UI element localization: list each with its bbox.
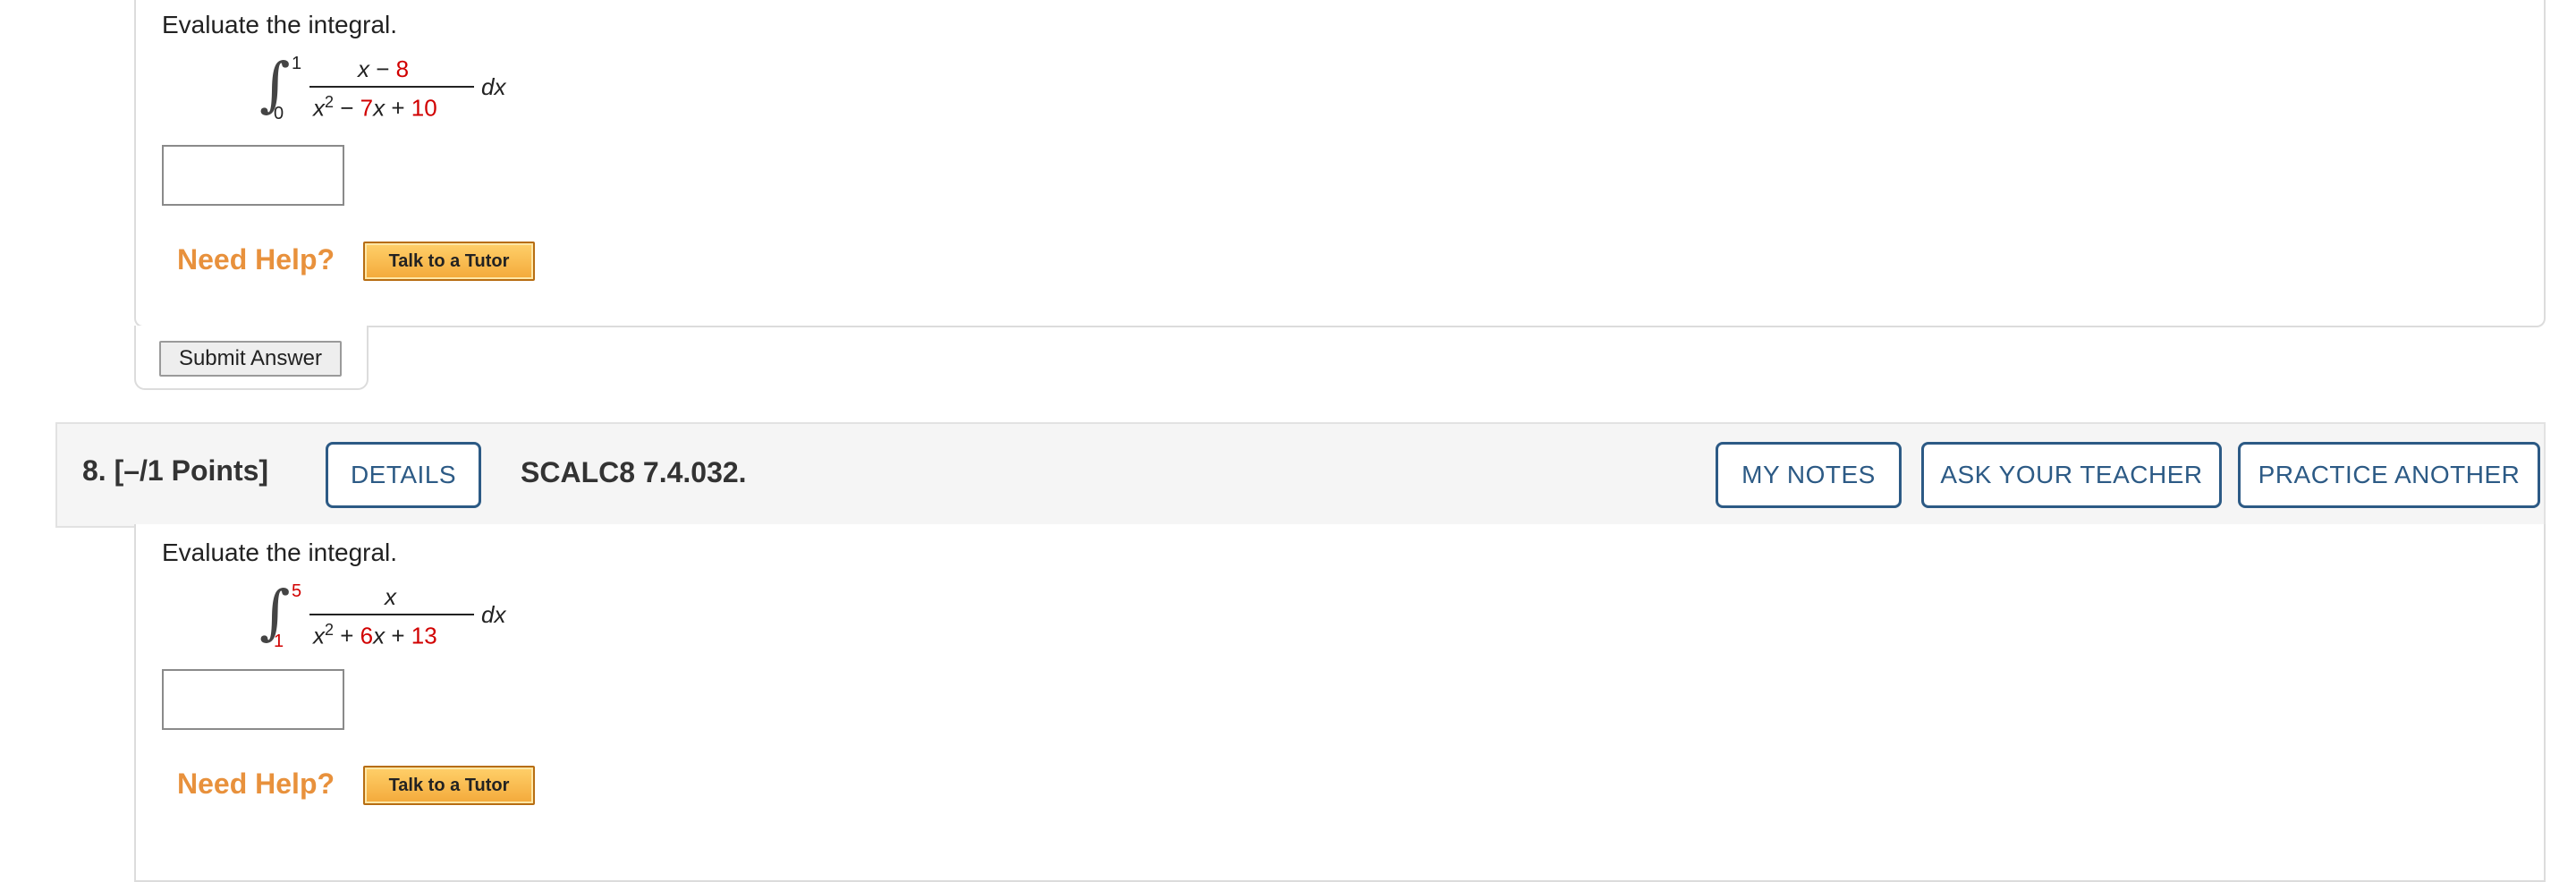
- details-button[interactable]: DETAILS: [326, 442, 481, 508]
- upper-limit: 1: [292, 54, 302, 73]
- differential: dx: [481, 601, 506, 628]
- lower-limit: 0: [274, 104, 284, 123]
- question-8-answer-input[interactable]: [162, 669, 344, 730]
- integrand-denominator: x2 + 6x + 13: [313, 621, 437, 649]
- fraction-bar: [309, 86, 474, 88]
- question-8-points: 8. [–/1 Points]: [82, 454, 269, 487]
- lower-limit: 1: [274, 632, 284, 651]
- upper-limit: 5: [292, 581, 302, 601]
- talk-to-tutor-button[interactable]: Talk to a Tutor: [363, 766, 535, 805]
- question-8-card: [134, 524, 2546, 882]
- integrand-numerator: x − 8: [358, 55, 410, 82]
- talk-to-tutor-button[interactable]: Talk to a Tutor: [363, 242, 535, 281]
- question-7-answer-input[interactable]: [162, 145, 344, 206]
- practice-another-button[interactable]: PRACTICE ANOTHER: [2238, 442, 2540, 508]
- need-help-label: Need Help?: [177, 768, 335, 800]
- question-8-code: SCALC8 7.4.032.: [521, 456, 747, 488]
- question-7-prompt: Evaluate the integral.: [162, 11, 398, 38]
- fraction-bar: [309, 614, 474, 615]
- submit-answer-button[interactable]: Submit Answer: [159, 341, 342, 377]
- my-notes-button[interactable]: MY NOTES: [1716, 442, 1902, 508]
- integrand-denominator: x2 − 7x + 10: [313, 93, 437, 122]
- question-8-prompt: Evaluate the integral.: [162, 539, 398, 566]
- ask-your-teacher-button[interactable]: ASK YOUR TEACHER: [1921, 442, 2222, 508]
- differential: dx: [481, 73, 506, 100]
- integrand-numerator: x: [385, 583, 396, 610]
- need-help-label: Need Help?: [177, 243, 335, 276]
